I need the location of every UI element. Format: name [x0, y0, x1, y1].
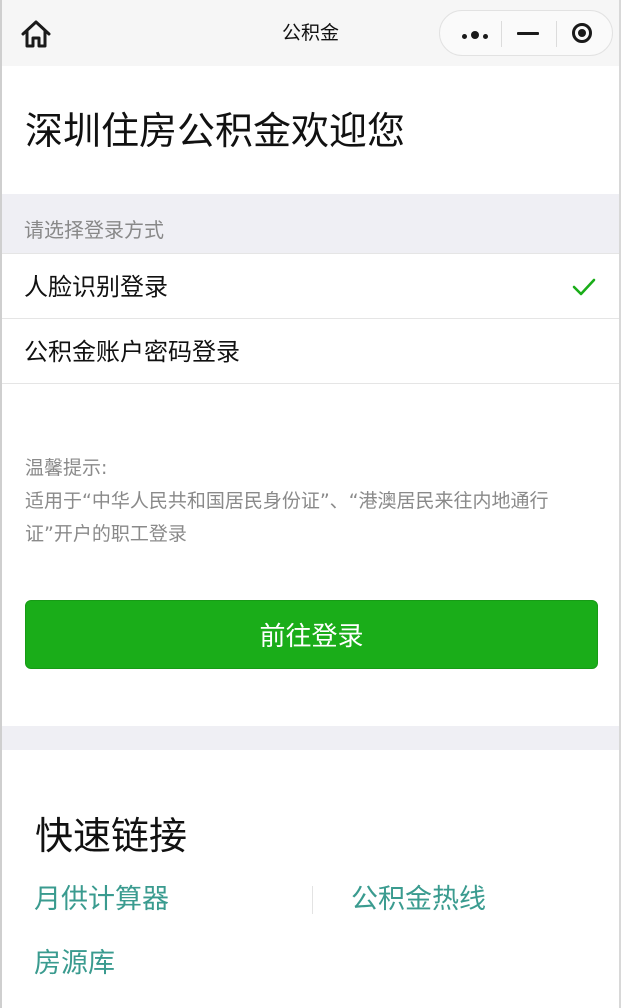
welcome-title: 深圳住房公积金欢迎您 [25, 109, 406, 153]
check-icon [572, 278, 596, 296]
login-option-password[interactable]: 公积金账户密码登录 [2, 319, 619, 384]
quick-links-title: 快速链接 [35, 814, 188, 858]
close-button[interactable] [566, 19, 598, 47]
capsule-menu [439, 10, 613, 56]
section-separator [2, 726, 619, 750]
link-mortgage-calculator[interactable]: 月供计算器 [34, 882, 169, 918]
capsule-divider [556, 21, 557, 47]
minimize-icon [517, 31, 539, 35]
window-edge-left [0, 0, 2, 1008]
more-button[interactable] [454, 19, 496, 47]
tips-block: 温馨提示: 适用于“中华人民共和国居民身份证”、“港澳居民来往内地通行证”开户的… [25, 452, 595, 551]
tips-body: 适用于“中华人民共和国居民身份证”、“港澳居民来往内地通行证”开户的职工登录 [25, 490, 549, 545]
login-option-face[interactable]: 人脸识别登录 [2, 254, 619, 319]
mini-program-page: 公积金 深圳住房公积金欢迎您 请选择登录方式 人脸识别登录 公积金账户密码登录 … [0, 0, 621, 1008]
divider [2, 383, 619, 384]
tips-heading: 温馨提示: [25, 457, 108, 479]
top-nav-bar: 公积金 [2, 0, 619, 66]
link-divider [312, 886, 313, 914]
link-hotline[interactable]: 公积金热线 [351, 882, 486, 918]
login-method-label: 请选择登录方式 [24, 218, 164, 242]
link-housing-database[interactable]: 房源库 [34, 946, 115, 982]
login-method-header: 请选择登录方式 [2, 194, 619, 254]
minimize-button[interactable] [510, 19, 546, 47]
target-close-icon [572, 23, 592, 43]
go-login-button[interactable]: 前往登录 [25, 600, 598, 669]
more-dots-icon [460, 24, 490, 43]
login-option-label: 公积金账户密码登录 [24, 338, 240, 366]
capsule-divider [501, 21, 502, 47]
login-option-label: 人脸识别登录 [24, 273, 168, 301]
